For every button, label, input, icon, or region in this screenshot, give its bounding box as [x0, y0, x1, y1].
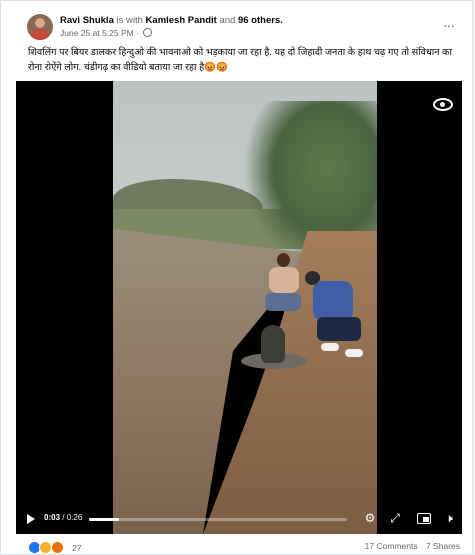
scene-person-left	[263, 253, 303, 323]
shivling-stone	[261, 325, 285, 363]
duration-separator: /	[62, 513, 65, 522]
post-meta: June 25 at 5:25 PM ·	[60, 28, 153, 38]
expand-icon[interactable]: ⤢	[388, 511, 402, 525]
avatar-head	[35, 18, 45, 28]
person-right-shoe	[321, 343, 339, 351]
play-icon[interactable]	[27, 514, 35, 524]
shares-link[interactable]: 7 Shares	[426, 541, 460, 551]
comments-link[interactable]: 17 Comments	[365, 541, 418, 551]
post-caption: शिवलिंग पर बियर डालकर हिन्दुओ की भावनाओ …	[28, 47, 452, 73]
meta-separator: ·	[136, 28, 139, 38]
angry-icon	[50, 541, 64, 554]
reaction-count: 27	[72, 542, 82, 553]
video-controls: 0:03 / 0:26 ⚙ ⤢ 🕨	[16, 504, 462, 534]
gear-icon[interactable]: ⚙	[363, 511, 377, 525]
time-display: 0:03 / 0:26	[44, 513, 82, 522]
is-with-text: is with	[116, 15, 143, 26]
post-header: Ravi Shukla is with Kamlesh Pandit and 9…	[27, 13, 458, 43]
person-right-shoe	[345, 349, 363, 357]
author-name[interactable]: Ravi Shukla	[60, 15, 114, 26]
and-text: and	[219, 15, 236, 26]
reactions[interactable]: 27	[28, 541, 82, 554]
post-stats: 17 Comments 7 Shares	[359, 541, 460, 551]
person-left-head	[277, 253, 290, 267]
post-footer: 27 17 Comments 7 Shares	[28, 541, 460, 555]
person-left-legs	[265, 293, 301, 311]
pip-icon[interactable]	[416, 511, 431, 525]
volume-icon[interactable]: 🕨	[442, 511, 456, 525]
video-player[interactable]: 0:03 / 0:26 ⚙ ⤢ 🕨	[16, 81, 462, 534]
person-right-legs	[317, 317, 361, 341]
globe-icon	[143, 28, 153, 37]
video-frame	[113, 81, 377, 534]
scene-shivling	[241, 321, 307, 379]
more-options-icon[interactable]: ···	[443, 17, 455, 33]
scene-person-right	[303, 271, 373, 361]
eye-icon[interactable]	[433, 98, 453, 111]
author-line: Ravi Shukla is with Kamlesh Pandit and 9…	[60, 15, 283, 26]
progress-fill	[89, 518, 119, 521]
pip-inner	[423, 517, 429, 522]
avatar-body	[31, 29, 49, 40]
post-card: Ravi Shukla is with Kamlesh Pandit and 9…	[0, 0, 473, 555]
tagged-user[interactable]: Kamlesh Pandit	[146, 15, 217, 26]
duration: 0:26	[66, 513, 83, 522]
progress-bar[interactable]	[89, 518, 347, 521]
person-left-torso	[269, 267, 299, 293]
current-time: 0:03	[44, 513, 61, 522]
person-right-torso	[313, 281, 353, 321]
post-date[interactable]: June 25 at 5:25 PM	[60, 28, 134, 38]
avatar[interactable]	[27, 14, 53, 40]
others-link[interactable]: 96 others.	[238, 15, 283, 26]
